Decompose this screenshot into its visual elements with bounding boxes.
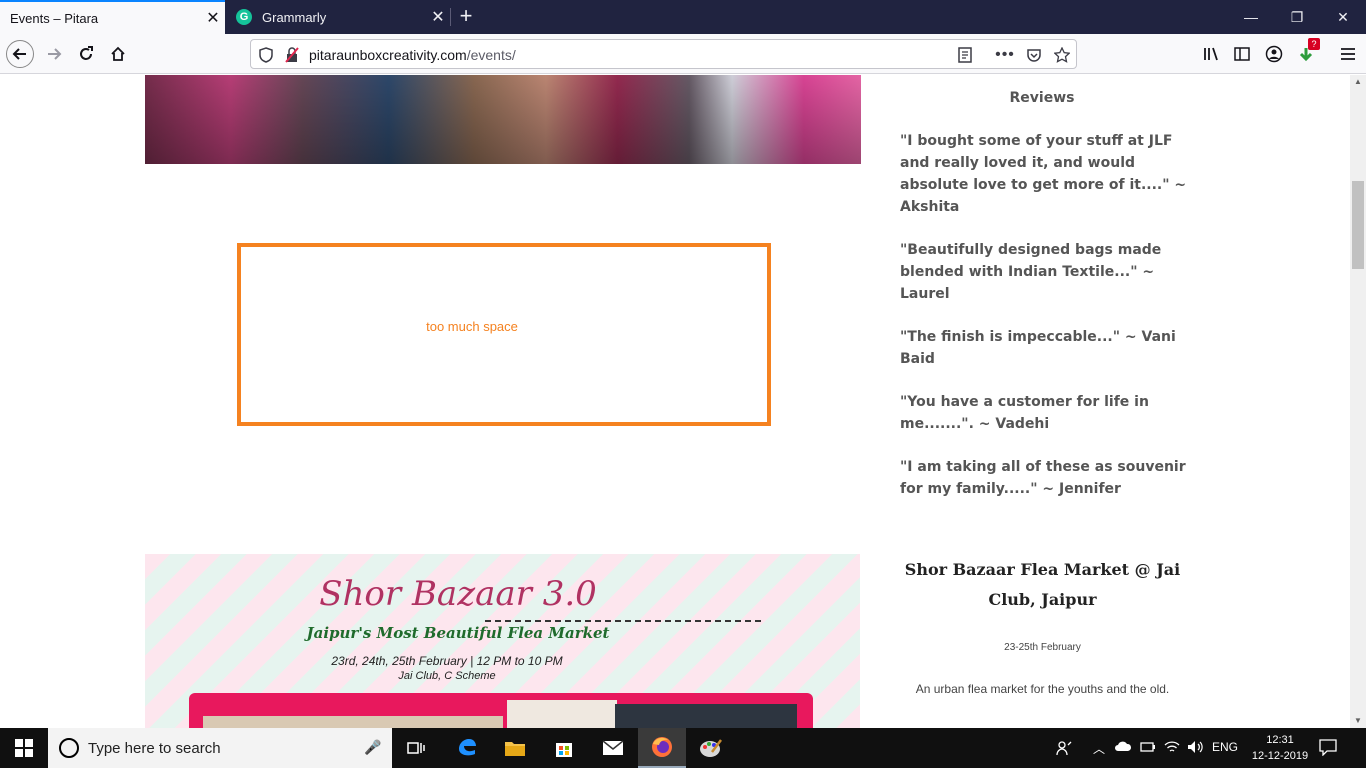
- forward-icon[interactable]: [40, 40, 68, 68]
- account-icon[interactable]: [1260, 40, 1288, 68]
- url-domain: pitaraunboxcreativity.com: [309, 47, 467, 63]
- store-icon[interactable]: [540, 728, 588, 768]
- extension-download-icon[interactable]: ?: [1292, 38, 1320, 68]
- windows-taskbar: Type here to search 🎤 ︿ ENG 12:31 12-12-…: [0, 728, 1366, 768]
- sidebar-icon[interactable]: [1228, 40, 1256, 68]
- cortana-icon: [59, 738, 79, 758]
- page-content: too much space Reviews "I bought some of…: [0, 75, 1350, 728]
- event-poster: Shor Bazaar 3.0 Jaipur's Most Beautiful …: [145, 554, 860, 728]
- review-item: "The finish is impeccable..." ~ Vani Bai…: [900, 329, 1176, 367]
- paint-icon[interactable]: [687, 728, 735, 768]
- taskbar-search-box[interactable]: Type here to search 🎤: [48, 728, 392, 768]
- new-tab-icon[interactable]: +: [454, 3, 478, 29]
- tab-events-pitara[interactable]: Events – Pitara ✕: [0, 0, 225, 34]
- show-hidden-icons-icon[interactable]: ︿: [1093, 740, 1105, 757]
- back-icon[interactable]: [6, 40, 34, 68]
- scroll-up-icon[interactable]: ▲: [1350, 75, 1366, 89]
- poster-photo: [615, 704, 797, 728]
- search-placeholder: Type here to search: [88, 740, 221, 757]
- review-item: "Beautifully designed bags made blended …: [900, 242, 1162, 302]
- edge-icon[interactable]: [443, 728, 491, 768]
- bookmark-star-icon[interactable]: [1051, 44, 1073, 66]
- file-explorer-icon[interactable]: [491, 728, 539, 768]
- poster-photo: [507, 700, 617, 728]
- reviews-section: Reviews "I bought some of your stuff at …: [900, 87, 1190, 521]
- url-path: /events/: [466, 47, 516, 63]
- review-item: "I am taking all of these as souvenir fo…: [900, 459, 1186, 497]
- language-indicator[interactable]: ENG: [1212, 740, 1238, 754]
- poster-photo: [203, 716, 503, 728]
- tab-grammarly[interactable]: G Grammarly ✕: [226, 0, 450, 34]
- notifications-icon[interactable]: [1318, 738, 1348, 758]
- close-tab-icon[interactable]: ✕: [201, 8, 225, 28]
- restore-icon[interactable]: ❐: [1274, 0, 1320, 34]
- shield-icon[interactable]: [255, 44, 277, 66]
- close-tab-icon[interactable]: ✕: [426, 7, 450, 27]
- poster-dates: 23rd, 24th, 25th February | 12 PM to 10 …: [331, 654, 563, 668]
- insecure-lock-icon[interactable]: [281, 44, 303, 66]
- task-view-icon[interactable]: [392, 728, 440, 768]
- vertical-scrollbar[interactable]: ▲ ▼: [1350, 75, 1366, 728]
- microphone-icon[interactable]: 🎤: [364, 739, 381, 756]
- poster-subtitle: Jaipur's Most Beautiful Flea Market: [306, 624, 610, 642]
- reload-icon[interactable]: [72, 40, 100, 68]
- event-title[interactable]: Shor Bazaar Flea Market @ Jai Club, Jaip…: [900, 555, 1185, 615]
- grammarly-icon: G: [236, 9, 252, 25]
- pocket-icon[interactable]: [1023, 44, 1045, 66]
- close-window-icon[interactable]: ✕: [1320, 0, 1366, 34]
- tab-strip: Events – Pitara ✕ G Grammarly ✕ + — ❐ ✕: [0, 0, 1366, 34]
- menu-icon[interactable]: [1334, 40, 1362, 68]
- reader-view-icon[interactable]: [954, 44, 976, 66]
- reviews-heading: Reviews: [1009, 90, 1075, 106]
- library-icon[interactable]: [1198, 40, 1226, 68]
- review-item: "I bought some of your stuff at JLF and …: [900, 133, 1187, 215]
- home-icon[interactable]: [104, 40, 132, 68]
- system-clock[interactable]: 12:31 12-12-2019: [1250, 732, 1310, 764]
- minimize-icon[interactable]: —: [1228, 0, 1274, 34]
- clock-time: 12:31: [1266, 734, 1294, 746]
- scroll-down-icon[interactable]: ▼: [1350, 714, 1366, 728]
- clock-date: 12-12-2019: [1251, 750, 1309, 762]
- address-bar[interactable]: pitaraunboxcreativity.com/events/ •••: [250, 39, 1077, 69]
- mail-icon[interactable]: [589, 728, 637, 768]
- people-icon[interactable]: [1056, 740, 1072, 759]
- poster-venue: Jai Club, C Scheme: [398, 670, 496, 682]
- annotation-box: too much space: [237, 243, 771, 426]
- extension-badge: ?: [1308, 38, 1320, 50]
- poster-divider: [485, 620, 761, 622]
- volume-icon[interactable]: [1187, 740, 1205, 757]
- event-date: 23-25th February: [1004, 642, 1081, 653]
- poster-title: Shor Bazaar 3.0: [319, 574, 597, 614]
- page-actions-icon[interactable]: •••: [994, 44, 1016, 66]
- wifi-icon[interactable]: [1164, 740, 1180, 757]
- navigation-toolbar: pitaraunboxcreativity.com/events/ ••• ?: [0, 34, 1366, 74]
- event-photo: [145, 75, 861, 164]
- annotation-text: too much space: [426, 319, 518, 334]
- onedrive-icon[interactable]: [1114, 740, 1132, 755]
- firefox-icon[interactable]: [638, 728, 686, 768]
- tab-separator: [450, 8, 451, 26]
- tab-title: Events – Pitara: [10, 10, 99, 26]
- windows-start-icon[interactable]: [0, 728, 48, 768]
- battery-icon[interactable]: [1140, 740, 1156, 757]
- scrollbar-thumb[interactable]: [1352, 181, 1364, 269]
- review-item: "You have a customer for life in me.....…: [900, 394, 1149, 432]
- url-text: pitaraunboxcreativity.com/events/: [309, 47, 516, 63]
- tab-title: Grammarly: [262, 9, 327, 25]
- event-description: An urban flea market for the youths and …: [915, 682, 1170, 696]
